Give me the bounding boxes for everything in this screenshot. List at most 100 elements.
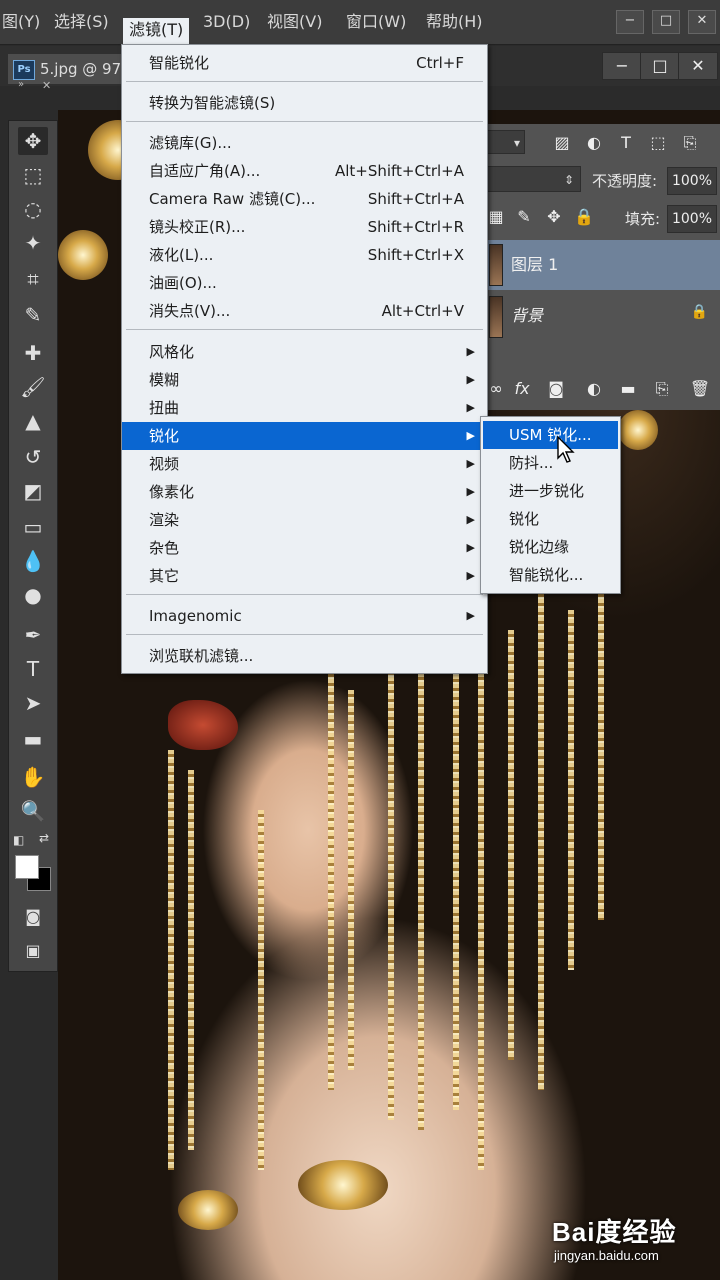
delete-layer-icon[interactable]: 🗑 [689, 378, 711, 400]
menu-item-adaptive-wide-angle[interactable]: 自适应广角(A)... Alt+Shift+Ctrl+A [122, 157, 487, 185]
adjustment-layer-icon[interactable]: ◐ [583, 378, 605, 400]
type-tool-icon[interactable]: T [18, 655, 48, 683]
lock-transparency-icon[interactable]: ▦ [485, 206, 507, 228]
lock-all-icon[interactable]: 🔒 [573, 206, 595, 228]
shape-filter-icon[interactable]: ⬚ [647, 132, 669, 154]
menu-select[interactable]: 选择(S) [48, 10, 115, 34]
menu-item-vanishing-point[interactable]: 消失点(V)... Alt+Ctrl+V [122, 297, 487, 325]
doc-close-button[interactable]: ✕ [678, 52, 718, 80]
menu-item-noise[interactable]: 杂色 ▶ [122, 534, 487, 562]
panel-close-icon[interactable]: ✕ [42, 79, 51, 92]
menu-item-imagenomic[interactable]: Imagenomic ▶ [122, 602, 487, 630]
quick-mask-icon[interactable]: ◙ [18, 903, 48, 931]
layer-row-layer1[interactable]: 图层 1 [485, 240, 720, 290]
crop-tool-icon[interactable]: ⌗ [18, 265, 48, 293]
image-filter-icon[interactable]: ▨ [551, 132, 573, 154]
adjustment-filter-icon[interactable]: ◐ [583, 132, 605, 154]
app-restore-button[interactable]: □ [652, 10, 680, 34]
doc-restore-button[interactable]: □ [640, 52, 680, 80]
menu-item-oil-paint[interactable]: 油画(O)... [122, 269, 487, 297]
layer-kind-select[interactable]: ▾ [485, 130, 525, 154]
menu-item-label: 浏览联机滤镜... [149, 647, 254, 665]
menu-item-sharpen[interactable]: 锐化 [483, 505, 618, 533]
opacity-input[interactable]: 100% [667, 167, 717, 195]
menu-item-smart-sharpen[interactable]: 智能锐化... [483, 561, 618, 589]
healing-brush-tool-icon[interactable]: ✚ [18, 339, 48, 367]
default-colors-icon[interactable]: ◧ [13, 833, 24, 847]
menu-item-filter-gallery[interactable]: 滤镜库(G)... [122, 129, 487, 157]
brush-tool-icon[interactable]: 🖌 [18, 373, 48, 401]
zoom-tool-icon[interactable]: 🔍 [18, 797, 48, 825]
smart-object-filter-icon[interactable]: ⎘ [679, 132, 701, 154]
blend-mode-select[interactable]: ⇕ [485, 166, 581, 192]
history-brush-tool-icon[interactable]: ↺ [18, 443, 48, 471]
menu-item-label: 像素化 [149, 483, 195, 501]
menu-item-unsharp-mask[interactable]: USM 锐化... [483, 421, 618, 449]
menu-separator [126, 81, 483, 82]
clone-stamp-tool-icon[interactable]: ▲ [18, 407, 48, 435]
hand-tool-icon[interactable]: ✋ [18, 763, 48, 791]
document-tab[interactable]: Ps 5.jpg @ 97 [8, 54, 123, 84]
menu-item-sharpen-edges[interactable]: 锐化边缘 [483, 533, 618, 561]
magic-wand-tool-icon[interactable]: ✦ [18, 229, 48, 257]
menu-item-label: 模糊 [149, 371, 180, 389]
mouse-pointer-icon [557, 436, 575, 463]
menu-item-video[interactable]: 视频 ▶ [122, 450, 487, 478]
menu-image[interactable]: 图(Y) [0, 10, 46, 34]
link-layers-icon[interactable]: ∞ [485, 378, 507, 400]
menu-item-label: 消失点(V)... [149, 302, 231, 320]
dodge-tool-icon[interactable]: ● [18, 581, 48, 609]
lasso-tool-icon[interactable]: ◌ [18, 195, 48, 223]
layer-style-icon[interactable]: fx [511, 378, 533, 400]
layer-row-background[interactable]: 背景 🔒 [485, 292, 720, 340]
fill-input[interactable]: 100% [667, 205, 717, 233]
menu-item-shake-reduction[interactable]: 防抖... [483, 449, 618, 477]
layer-mask-icon[interactable]: ◙ [545, 378, 567, 400]
menu-item-camera-raw[interactable]: Camera Raw 滤镜(C)... Shift+Ctrl+A [122, 185, 487, 213]
new-layer-icon[interactable]: ⎘ [651, 378, 673, 400]
lock-pixels-icon[interactable]: ✎ [513, 206, 535, 228]
menu-item-blur[interactable]: 模糊 ▶ [122, 366, 487, 394]
menu-item-convert-smart-filters[interactable]: 转换为智能滤镜(S) [122, 89, 487, 117]
rectangle-tool-icon[interactable]: ▬ [18, 725, 48, 753]
watermark-brand: Bai度经验 [552, 1217, 677, 1247]
swap-colors-icon[interactable]: ⇄ [39, 831, 49, 845]
menu-item-liquify[interactable]: 液化(L)... Shift+Ctrl+X [122, 241, 487, 269]
foreground-color-swatch[interactable] [15, 855, 39, 879]
type-filter-icon[interactable]: T [615, 132, 637, 154]
menu-item-label: 滤镜库(G)... [149, 134, 232, 152]
menu-item-sharpen-more[interactable]: 进一步锐化 [483, 477, 618, 505]
menu-3d[interactable]: 3D(D) [197, 10, 256, 34]
menu-item-label: 镜头校正(R)... [149, 218, 246, 236]
menu-item-last-filter[interactable]: 智能锐化 Ctrl+F [122, 49, 487, 77]
menu-window[interactable]: 窗口(W) [340, 10, 412, 34]
menu-item-label: 液化(L)... [149, 246, 214, 264]
menu-help[interactable]: 帮助(H) [420, 10, 489, 34]
app-minimize-button[interactable]: − [616, 10, 644, 34]
pen-tool-icon[interactable]: ✒ [18, 621, 48, 649]
menu-view[interactable]: 视图(V) [261, 10, 328, 34]
path-selection-tool-icon[interactable]: ➤ [18, 689, 48, 717]
menu-filter[interactable]: 滤镜(T) [123, 18, 190, 44]
move-tool-icon[interactable]: ✥ [18, 127, 48, 155]
menu-item-other[interactable]: 其它 ▶ [122, 562, 487, 590]
panel-collapse-icon[interactable]: » [18, 79, 24, 90]
screen-mode-icon[interactable]: ▣ [18, 937, 48, 965]
app-close-button[interactable]: ✕ [688, 10, 716, 34]
menu-item-lens-correction[interactable]: 镜头校正(R)... Shift+Ctrl+R [122, 213, 487, 241]
gradient-tool-icon[interactable]: ▭ [18, 513, 48, 541]
marquee-tool-icon[interactable]: ⬚ [18, 161, 48, 189]
menu-item-distort[interactable]: 扭曲 ▶ [122, 394, 487, 422]
menu-item-shortcut: Alt+Ctrl+V [381, 302, 464, 320]
new-group-icon[interactable]: ▬ [617, 378, 639, 400]
menu-item-stylize[interactable]: 风格化 ▶ [122, 338, 487, 366]
lock-position-icon[interactable]: ✥ [543, 206, 565, 228]
eraser-tool-icon[interactable]: ◩ [18, 477, 48, 505]
blur-tool-icon[interactable]: 💧 [18, 547, 48, 575]
menu-item-pixelate[interactable]: 像素化 ▶ [122, 478, 487, 506]
eyedropper-tool-icon[interactable]: ✎ [18, 301, 48, 329]
menu-item-render[interactable]: 渲染 ▶ [122, 506, 487, 534]
menu-item-browse-filters-online[interactable]: 浏览联机滤镜... [122, 642, 487, 670]
menu-item-sharpen[interactable]: 锐化 ▶ [122, 422, 487, 450]
doc-minimize-button[interactable]: − [602, 52, 642, 80]
